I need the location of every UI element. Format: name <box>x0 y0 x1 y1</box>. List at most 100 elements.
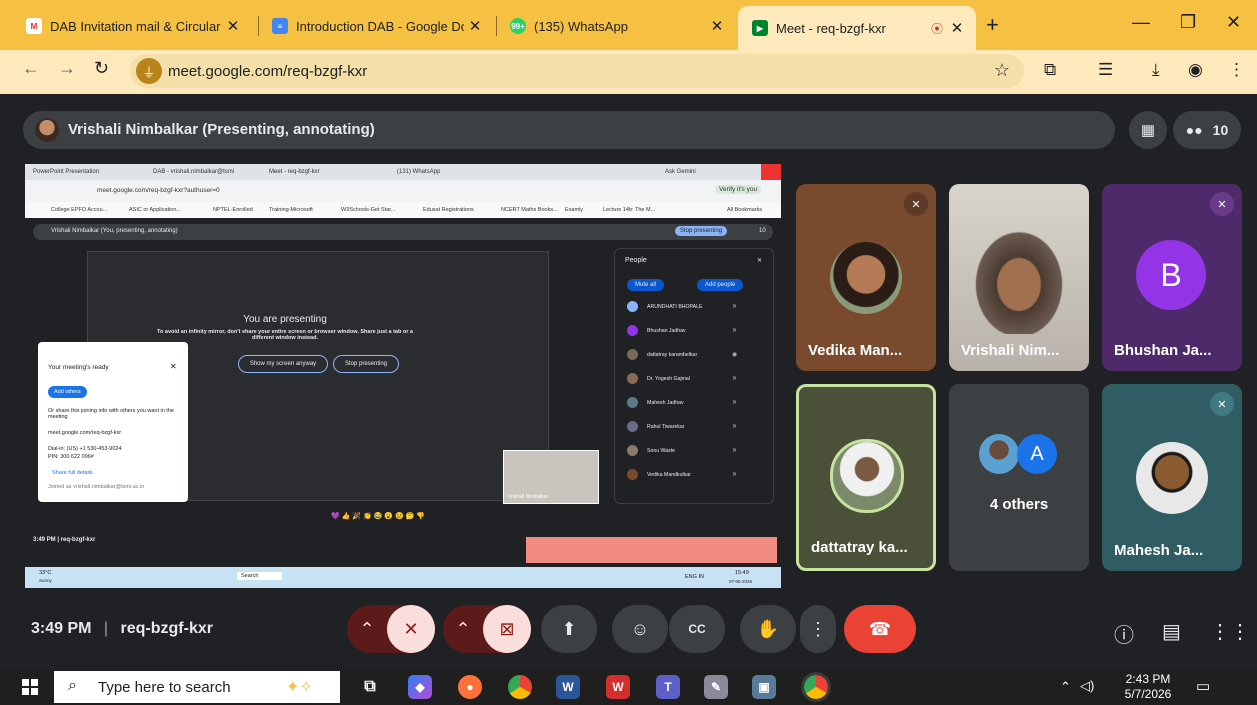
meet-icon: ▶ <box>752 20 768 36</box>
weather-temp: 33°C <box>39 570 52 576</box>
task-view-icon[interactable]: ⧉ <box>358 675 382 699</box>
back-icon[interactable]: ← <box>22 58 40 79</box>
mic-off-icon: ✕ <box>904 192 928 216</box>
ready-title: Your meeting's ready <box>48 364 109 371</box>
mic-off-icon[interactable]: ✕ <box>387 605 435 653</box>
bookmark: Training-Microsoft <box>269 207 313 213</box>
windows-taskbar: ⌕ Type here to search ✦✧ ⧉ ◆ ● W W T ✎ ▣… <box>0 669 1257 705</box>
list-item: Vedika Mandkulkar ✕ <box>627 469 767 483</box>
shared-presenter-bar: Vrishali Nimbalkar (You, presenting, ann… <box>33 224 773 240</box>
profile-icon[interactable]: ◉ <box>1188 60 1203 80</box>
leave-call-icon[interactable]: ☎ <box>844 605 916 653</box>
chrome-icon[interactable] <box>508 675 532 699</box>
extensions-icon[interactable]: ⧉ <box>1044 60 1056 80</box>
chrome-active-icon[interactable] <box>801 672 831 702</box>
tab-meet[interactable]: ▶ Meet - req-bzgf-kxr ⦿ ✕ <box>738 6 976 50</box>
emoji-icon[interactable]: ☺ <box>612 605 668 653</box>
meeting-ready-card: Your meeting's ready ✕ Add others Or sha… <box>38 342 188 502</box>
self-view-label: Vrishali Nimbalkar <box>508 494 549 500</box>
present-screen-icon[interactable]: ⬆ <box>541 605 597 653</box>
avatar <box>979 434 1019 474</box>
avatar <box>830 242 902 314</box>
meet-stage: Vrishali Nimbalkar (Presenting, annotati… <box>0 94 1257 669</box>
mic-off-icon: ✕ <box>1210 392 1234 416</box>
shared-tab-strip: PowerPoint Presentation DAB - vrishali.n… <box>25 164 781 180</box>
activities-icon[interactable]: ⋮⋮ <box>1210 619 1250 644</box>
close-icon[interactable]: ✕ <box>706 17 728 35</box>
photos-icon[interactable]: ▣ <box>752 675 776 699</box>
lang-indicator: ENG IN <box>685 574 704 580</box>
participant-tile[interactable]: ✕ B Bhushan Ja... <box>1102 184 1242 371</box>
show-screen-anyway-button: Show my screen anyway <box>238 355 328 373</box>
participant-tile[interactable]: Vrishali Nim... <box>949 184 1089 371</box>
new-tab-button[interactable]: + <box>986 12 999 38</box>
shared-search: Search <box>237 572 283 580</box>
raise-hand-icon[interactable]: ✋ <box>740 605 796 653</box>
restore-icon[interactable]: ❐ <box>1180 12 1196 33</box>
taskbar-search[interactable]: ⌕ Type here to search ✦✧ <box>54 671 340 703</box>
chevron-up-icon[interactable]: ⌃ <box>347 619 387 640</box>
bookmark: ASIC or Application... <box>129 207 181 213</box>
shared-url: meet.google.com/req-bzgf-kxr?authuser=0 <box>97 187 220 194</box>
more-options-icon[interactable]: ⋮ <box>800 605 836 653</box>
video-control-group: ⌃ ⊠ <box>443 605 531 653</box>
pin-toggle-icon[interactable]: ▦ <box>1129 111 1167 149</box>
participant-tile[interactable]: ✕ Mahesh Ja... <box>1102 384 1242 571</box>
browser-toolbar: ← → ↻ ⏚ meet.google.com/req-bzgf-kxr ☆ ⧉… <box>0 50 1257 94</box>
list-item: Sonu Waste ✕ <box>627 445 767 459</box>
camera-off-icon[interactable]: ⊠ <box>483 605 531 653</box>
chevron-up-icon[interactable]: ⌃ <box>443 619 483 640</box>
site-info-icon[interactable]: ⏚ <box>136 58 162 84</box>
close-icon[interactable]: ✕ <box>222 17 244 35</box>
tab-whatsapp[interactable]: 99+ (135) WhatsApp ✕ <box>496 8 736 44</box>
close-window-icon[interactable]: ✕ <box>1226 12 1241 33</box>
windows-start-icon[interactable] <box>22 679 38 695</box>
paint-icon[interactable]: ✎ <box>704 675 728 699</box>
participant-tile-speaking[interactable]: dattatray ka... <box>796 384 936 571</box>
reload-icon[interactable]: ↻ <box>94 58 109 79</box>
close-icon[interactable]: ✕ <box>946 19 968 37</box>
forward-icon[interactable]: → <box>58 58 76 79</box>
presenting-title: You are presenting <box>243 314 327 325</box>
browser-tab-strip: M DAB Invitation mail & Circular - ✕ ≡ I… <box>0 0 1257 50</box>
copilot-icon[interactable]: ◆ <box>408 675 432 699</box>
volume-icon[interactable]: ◁) <box>1080 678 1094 694</box>
word-icon[interactable]: W <box>556 675 580 699</box>
participants-button[interactable]: ●● 10 <box>1173 111 1241 149</box>
add-others-button: Add others <box>48 386 87 398</box>
shared-clock: 15:49 <box>735 570 749 576</box>
others-tile[interactable]: A 4 others <box>949 384 1089 571</box>
downloads-icon[interactable]: ⤓ <box>1152 60 1160 80</box>
menu-icon[interactable]: ⋮ <box>1228 60 1245 80</box>
shared-tab: PowerPoint Presentation <box>33 169 100 175</box>
firefox-icon[interactable]: ● <box>458 675 482 699</box>
verify-badge: Verify it's you <box>715 185 762 194</box>
tab-title: DAB Invitation mail & Circular - <box>50 18 222 34</box>
reading-list-icon[interactable]: ☰ <box>1098 60 1113 80</box>
tab-gmail[interactable]: M DAB Invitation mail & Circular - ✕ <box>12 8 252 44</box>
notifications-icon[interactable]: ▭ <box>1196 677 1210 695</box>
close-icon[interactable]: ✕ <box>464 17 486 35</box>
address-bar[interactable]: ⏚ meet.google.com/req-bzgf-kxr ☆ <box>130 54 1024 88</box>
wps-icon[interactable]: W <box>606 675 630 699</box>
presenting-message: To avoid an infinity mirror, don't share… <box>157 329 413 341</box>
meeting-info: 3:49 PM | req-bzgf-kxr <box>31 620 213 638</box>
chat-icon[interactable]: ▤ <box>1162 619 1181 644</box>
participant-name: dattatray ka... <box>811 539 908 556</box>
shared-tab: Ask Gemini <box>665 169 696 175</box>
tab-google-docs[interactable]: ≡ Introduction DAB - Google Doc ✕ <box>258 8 494 44</box>
clock-time: 2:43 PM <box>1125 672 1171 686</box>
avatar <box>35 118 59 142</box>
minimize-icon[interactable]: — <box>1132 12 1150 33</box>
teams-icon[interactable]: T <box>656 675 680 699</box>
bookmark-star-icon[interactable]: ☆ <box>994 60 1010 81</box>
taskbar-clock[interactable]: 2:43 PM 5/7/2026 <box>1120 672 1176 702</box>
captions-icon[interactable]: CC <box>669 605 725 653</box>
system-tray-chevron-icon[interactable]: ⌃ <box>1060 679 1071 695</box>
info-icon[interactable]: ⓘ <box>1114 619 1134 648</box>
close-icon: ✕ <box>170 362 177 371</box>
share-details-link: Share full details <box>52 470 93 476</box>
reactions-bar: 💜 👍 🎉 👏 😂 😮 😢 🤔 👎 <box>331 513 426 520</box>
participant-tile[interactable]: ✕ Vedika Man... <box>796 184 936 371</box>
participant-name: Vrishali Nim... <box>961 342 1060 359</box>
